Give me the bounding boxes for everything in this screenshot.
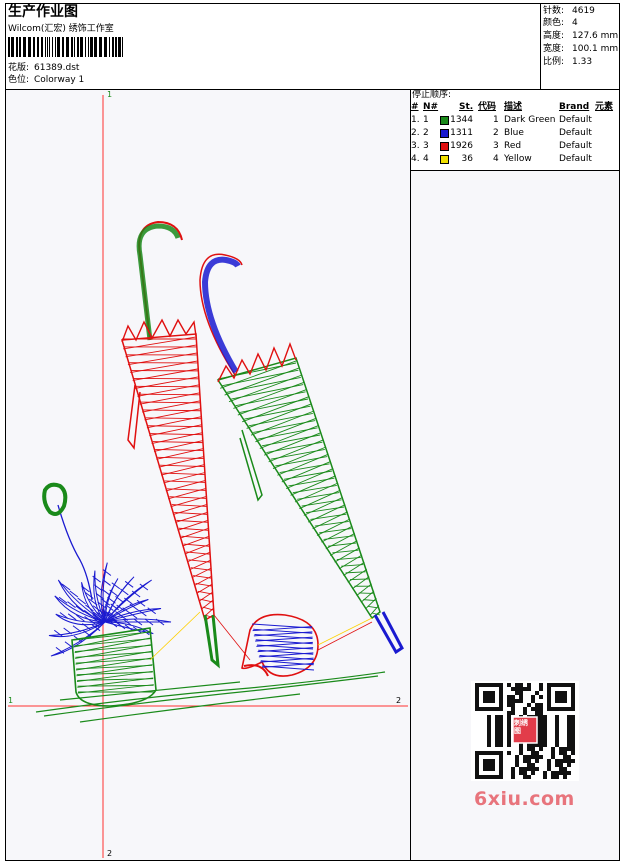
mushroom-shape	[241, 613, 319, 677]
green-umbrella	[199, 253, 404, 655]
green-umbrella-hatch	[217, 360, 381, 616]
red-umbrella-hatch	[122, 336, 215, 619]
production-sheet: 生产作业图 Wilcom(汇宏) 绣饰工作室 花版: 61389.dst 色位:…	[0, 0, 620, 861]
axis-marker-top: 1	[107, 90, 112, 99]
green-umbrella-handle-fill	[201, 256, 241, 374]
connector-threads	[149, 611, 373, 661]
watermark-site: 6xiu.com	[474, 788, 575, 810]
flower-bud	[42, 482, 68, 516]
axis-marker-bottom: 2	[107, 849, 112, 858]
red-umbrella-body-outline	[121, 333, 215, 622]
plant-pot-hatch	[73, 630, 154, 694]
green-umbrella-tip	[373, 611, 404, 655]
axis-marker-left: 1	[8, 696, 13, 705]
potted-plant	[42, 482, 172, 707]
seal-text: 刺绣图	[514, 719, 528, 735]
ground-grass	[35, 671, 386, 723]
red-umbrella-tip	[203, 614, 220, 669]
axis-marker-right: 2	[396, 696, 401, 705]
